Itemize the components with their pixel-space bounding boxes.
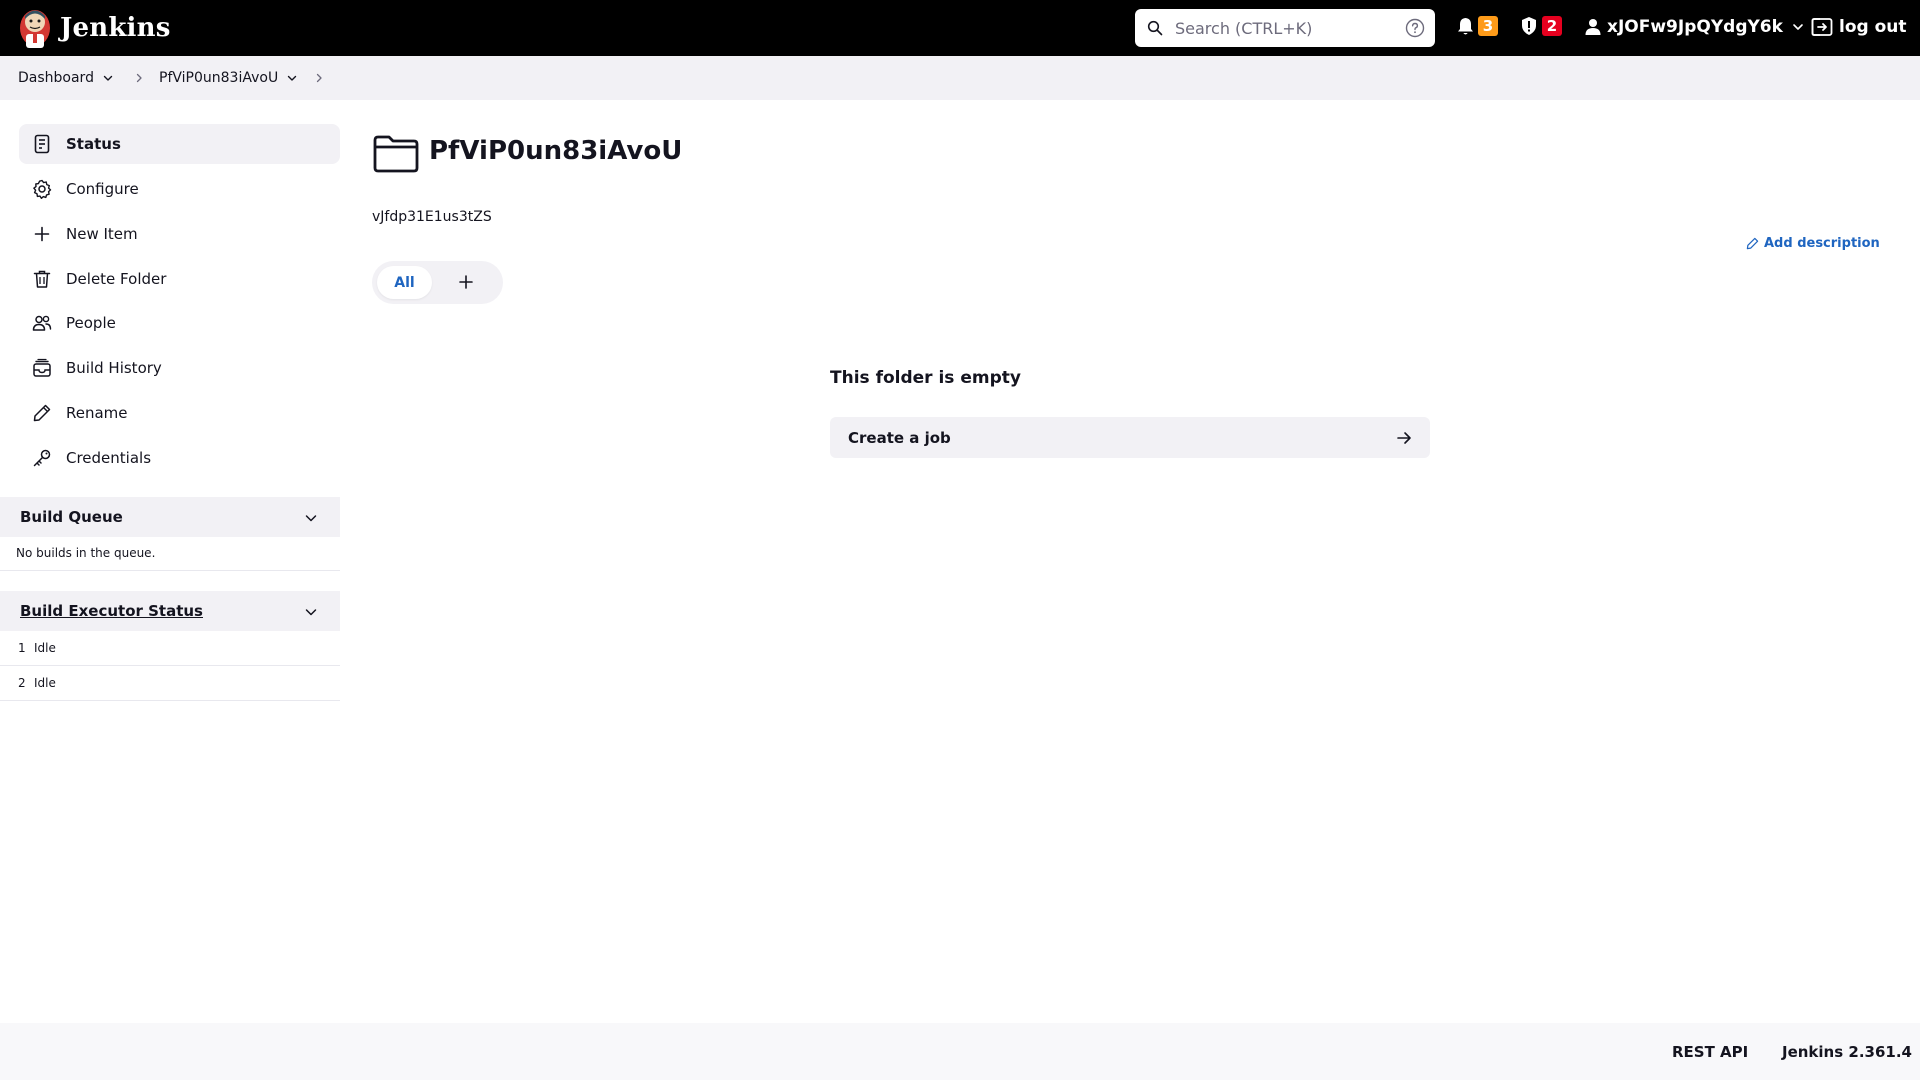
sidebar-item-credentials[interactable]: Credentials xyxy=(19,438,340,478)
executor-number: 1 xyxy=(18,641,26,655)
top-header: Jenkins 3 2 xJOFw9JpQ xyxy=(0,0,1920,56)
gear-icon xyxy=(33,179,52,199)
search-icon xyxy=(1147,20,1163,36)
search-box[interactable] xyxy=(1135,9,1435,47)
pane-divider xyxy=(0,570,340,571)
breadcrumb-item-dashboard[interactable]: Dashboard xyxy=(18,56,114,100)
notifications-button[interactable]: 3 xyxy=(1457,16,1498,36)
logout-button[interactable]: log out xyxy=(1811,17,1907,37)
empty-state-title: This folder is empty xyxy=(830,368,1021,388)
people-icon xyxy=(32,315,52,331)
breadcrumb-item-folder[interactable]: PfViP0un83iAvoU xyxy=(159,56,298,100)
trash-icon xyxy=(33,270,51,288)
pencil-icon xyxy=(1746,237,1759,250)
create-job-label: Create a job xyxy=(848,428,951,447)
sidebar-item-configure[interactable]: Configure xyxy=(19,169,340,209)
add-view-plus-icon[interactable] xyxy=(457,273,475,291)
chevron-down-icon[interactable] xyxy=(304,511,318,525)
sidebar-item-rename[interactable]: Rename xyxy=(19,393,340,433)
logout-label: log out xyxy=(1839,17,1907,37)
add-description-link[interactable]: Add description xyxy=(1746,236,1880,251)
chevron-down-icon xyxy=(1793,24,1803,30)
page-title: PfViP0un83iAvoU xyxy=(429,136,683,166)
sidebar-item-label: Configure xyxy=(66,180,139,198)
build-queue-empty-text: No builds in the queue. xyxy=(16,546,156,560)
arrow-right-icon xyxy=(1397,432,1411,444)
executor-status-title[interactable]: Build Executor Status xyxy=(20,602,203,620)
folder-icon xyxy=(373,135,419,173)
pencil-icon xyxy=(33,404,51,422)
sidebar-item-new-item[interactable]: New Item xyxy=(19,214,340,254)
sidebar-item-label: Credentials xyxy=(66,449,152,467)
breadcrumb-label[interactable]: PfViP0un83iAvoU xyxy=(159,70,278,86)
chevron-right-icon xyxy=(316,73,322,83)
key-icon xyxy=(33,449,51,467)
chevron-right-icon xyxy=(136,73,142,83)
brand-name: Jenkins xyxy=(60,13,171,43)
sidebar-item-label: New Item xyxy=(66,225,138,243)
folder-description: vJfdp31E1us3tZS xyxy=(372,209,492,225)
plus-icon xyxy=(34,226,50,242)
sidebar-item-label: Delete Folder xyxy=(66,270,167,288)
page-footer: REST API Jenkins 2.361.4 xyxy=(0,1023,1920,1080)
build-queue-title: Build Queue xyxy=(20,508,123,526)
shield-icon xyxy=(1522,17,1536,35)
sidebar-item-label: People xyxy=(66,314,116,332)
create-job-button[interactable]: Create a job xyxy=(830,417,1430,458)
user-menu[interactable]: xJOFw9JpQYdgY6k xyxy=(1585,17,1804,37)
executor-row: 2 Idle xyxy=(0,666,340,701)
build-queue-header[interactable]: Build Queue xyxy=(0,497,340,537)
chevron-down-icon[interactable] xyxy=(304,605,318,619)
tab-all[interactable]: All xyxy=(377,266,432,299)
sidebar-item-delete-folder[interactable]: Delete Folder xyxy=(19,259,340,299)
sidebar-item-people[interactable]: People xyxy=(19,303,340,343)
notifications-badge: 3 xyxy=(1478,16,1498,36)
view-tabs: All xyxy=(372,261,503,304)
user-icon xyxy=(1585,19,1601,35)
breadcrumb: Dashboard PfViP0un83iAvoU xyxy=(0,56,1920,100)
search-input[interactable] xyxy=(1175,9,1395,47)
executor-row: 1 Idle xyxy=(0,631,340,666)
sidebar-item-label: Status xyxy=(66,135,121,153)
breadcrumb-label[interactable]: Dashboard xyxy=(18,70,94,86)
add-description-label[interactable]: Add description xyxy=(1764,236,1880,251)
executor-status: Idle xyxy=(34,676,56,690)
jenkins-logo-icon xyxy=(20,10,50,48)
jenkins-version-link[interactable]: Jenkins 2.361.4 xyxy=(1782,1043,1912,1061)
logout-icon xyxy=(1811,18,1833,36)
security-badge: 2 xyxy=(1542,16,1562,36)
executor-number: 2 xyxy=(18,676,26,690)
sidebar-item-label: Rename xyxy=(66,404,128,422)
executor-status-header[interactable]: Build Executor Status xyxy=(0,591,340,631)
sidebar-item-build-history[interactable]: Build History xyxy=(19,348,340,388)
rest-api-link[interactable]: REST API xyxy=(1672,1043,1748,1061)
chevron-down-icon[interactable] xyxy=(286,72,298,84)
jenkins-home-link[interactable]: Jenkins xyxy=(17,6,171,50)
help-icon[interactable] xyxy=(1405,18,1425,38)
sidebar-item-status[interactable]: Status xyxy=(19,124,340,164)
username-label: xJOFw9JpQYdgY6k xyxy=(1607,17,1783,37)
sidebar-item-label: Build History xyxy=(66,359,162,377)
status-icon xyxy=(34,134,50,154)
executor-status: Idle xyxy=(34,641,56,655)
build-history-icon xyxy=(33,358,51,377)
bell-icon xyxy=(1458,17,1473,34)
chevron-down-icon[interactable] xyxy=(102,72,114,84)
security-button[interactable]: 2 xyxy=(1520,16,1562,36)
